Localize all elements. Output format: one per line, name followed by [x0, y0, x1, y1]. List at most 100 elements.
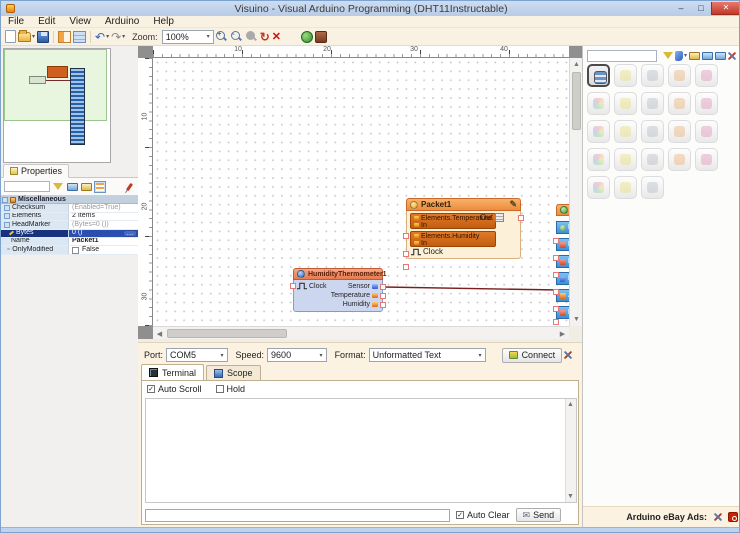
upload-arduino-button[interactable] — [315, 30, 327, 44]
palette-category-button[interactable] — [668, 148, 691, 171]
humidity-sensor-pin-label[interactable]: Sensor — [348, 282, 378, 290]
humidity-clock-pin[interactable] — [290, 283, 296, 289]
design-canvas[interactable]: Packet1 ✎ Elements.Temperature In Elemen… — [153, 58, 569, 326]
properties-filter-button[interactable] — [52, 181, 64, 193]
speed-select[interactable]: 9600 ▾ — [267, 348, 327, 362]
canvas-horizontal-scrollbar[interactable]: ◀ ▶ — [153, 326, 569, 339]
packet-in1-pin[interactable] — [403, 233, 409, 239]
format-select[interactable]: Unformatted Text ▾ — [369, 348, 486, 362]
menu-edit[interactable]: Edit — [31, 16, 62, 27]
packet-element-humidity[interactable]: Elements.Humidity In — [410, 231, 496, 247]
arduino-digital-pin[interactable] — [553, 272, 559, 278]
palette-category-button[interactable] — [641, 120, 664, 143]
palette-category-button[interactable] — [641, 176, 664, 199]
arduino-component[interactable]: Ard In Digit Digit Digit Anal Digit — [556, 204, 569, 326]
packet1-component[interactable]: Packet1 ✎ Elements.Temperature In Elemen… — [406, 198, 521, 259]
property-row-name[interactable]: Name Packet1 — [1, 238, 138, 246]
palette-search-input[interactable] — [587, 50, 657, 62]
toggle-properties-panel-button[interactable] — [58, 30, 71, 44]
new-file-button[interactable] — [5, 30, 16, 44]
palette-folder-button[interactable] — [702, 50, 713, 62]
humidity-temperature-pin-label[interactable]: Temperature — [331, 291, 378, 299]
tab-terminal[interactable]: Terminal — [141, 364, 204, 380]
palette-category-button[interactable] — [614, 92, 637, 115]
humiditythermometer1-component[interactable]: HumidityThermometer1 Clock Sensor Temper… — [293, 268, 383, 312]
scroll-down-arrow[interactable]: ▼ — [565, 491, 576, 502]
arduino-digital-pin[interactable] — [553, 319, 559, 325]
menu-view[interactable]: View — [62, 16, 98, 27]
edit-elements-icon[interactable]: ✎ — [509, 199, 517, 210]
palette-category-button[interactable] — [587, 120, 610, 143]
property-row-bytes-selected[interactable]: Bytes 0 () … — [1, 230, 138, 238]
save-button[interactable] — [37, 30, 49, 44]
refresh-button[interactable]: ↻ — [260, 30, 270, 44]
packet-out-pin[interactable] — [518, 215, 524, 221]
menu-file[interactable]: File — [1, 16, 31, 27]
palette-category-button[interactable] — [614, 148, 637, 171]
horizontal-scroll-thumb[interactable] — [167, 329, 287, 338]
humidity-humidity-pin-label[interactable]: Humidity — [343, 300, 378, 308]
out-format-button[interactable] — [495, 213, 504, 222]
palette-category-button[interactable] — [695, 92, 718, 115]
scroll-left-arrow[interactable]: ◀ — [153, 327, 166, 340]
property-row-onlymodified[interactable]: ≈OnlyModified False — [1, 246, 138, 254]
humidity-clock-pin-label[interactable]: Clock — [297, 282, 327, 290]
palette-category-button[interactable] — [587, 176, 610, 199]
arduino-in-pin[interactable] — [553, 238, 559, 244]
palette-category-button[interactable] — [614, 64, 637, 87]
vertical-scroll-thumb[interactable] — [572, 72, 581, 130]
palette-category-selected[interactable] — [587, 64, 610, 87]
palette-category-button[interactable] — [641, 148, 664, 171]
zoom-select[interactable]: 100% ▾ — [162, 30, 214, 44]
menu-arduino[interactable]: Arduino — [98, 16, 146, 27]
humidity-temperature-pin[interactable] — [380, 293, 386, 299]
open-file-button[interactable]: ▾ — [18, 30, 35, 44]
properties-view-button[interactable] — [94, 181, 106, 193]
ads-settings-button[interactable] — [712, 511, 724, 523]
maximize-button[interactable]: □ — [691, 2, 711, 15]
palette-category-button[interactable] — [695, 120, 718, 143]
arduino-header[interactable]: Ard — [556, 204, 569, 216]
humiditythermometer1-header[interactable]: HumidityThermometer1 — [293, 268, 383, 280]
properties-category-button[interactable] — [66, 181, 78, 193]
serial-customize-button[interactable] — [562, 349, 574, 361]
expand-icon[interactable] — [4, 205, 10, 211]
palette-category-button[interactable] — [614, 176, 637, 199]
minimap-viewport[interactable] — [4, 49, 107, 121]
arduino-analog-pin[interactable] — [553, 306, 559, 312]
send-button[interactable]: ✉ Send — [516, 508, 562, 522]
auto-scroll-checkbox[interactable]: ✓ — [147, 385, 155, 393]
onlymodified-checkbox[interactable] — [72, 247, 79, 254]
terminal-send-input[interactable] — [145, 509, 450, 522]
properties-search-input[interactable] — [4, 181, 50, 192]
zoom-reset-button[interactable] — [245, 30, 258, 44]
packet-out-pin-label[interactable]: Out — [480, 213, 504, 222]
property-row-elements[interactable]: Elements 2 Items — [1, 213, 138, 221]
palette-category-button[interactable] — [587, 92, 610, 115]
expand-icon[interactable] — [4, 213, 10, 219]
overview-minimap[interactable] — [3, 48, 111, 163]
arduino-pin-in[interactable]: In — [556, 221, 569, 234]
palette-category-button[interactable] — [614, 120, 637, 143]
scroll-up-arrow[interactable]: ▲ — [565, 399, 576, 410]
palette-folder2-button[interactable] — [715, 50, 726, 62]
scroll-right-arrow[interactable]: ▶ — [556, 327, 569, 340]
menu-help[interactable]: Help — [146, 16, 181, 27]
minimize-button[interactable]: – — [671, 2, 691, 15]
palette-filter-button[interactable] — [662, 50, 673, 62]
property-category-row[interactable]: Miscellaneous — [1, 196, 138, 204]
port-select[interactable]: COM5 ▾ — [166, 348, 228, 362]
delete-button[interactable]: ✕ — [272, 30, 281, 44]
arduino-digital-pin-connected[interactable] — [553, 289, 559, 295]
palette-customize-button[interactable] — [726, 50, 738, 62]
palette-category-button[interactable] — [695, 148, 718, 171]
humidity-humidity-pin[interactable] — [380, 302, 386, 308]
palette-category-button[interactable] — [641, 92, 664, 115]
toggle-palette-panel-button[interactable] — [73, 30, 86, 44]
undo-button[interactable]: ↶▾ — [95, 30, 109, 44]
close-button[interactable]: ✕ — [711, 2, 740, 15]
palette-category-button[interactable] — [668, 120, 691, 143]
connect-button[interactable]: Connect — [502, 348, 563, 363]
packet1-header[interactable]: Packet1 ✎ — [406, 198, 521, 211]
property-row-checksum[interactable]: Checksum (Enabled=True) — [1, 204, 138, 212]
